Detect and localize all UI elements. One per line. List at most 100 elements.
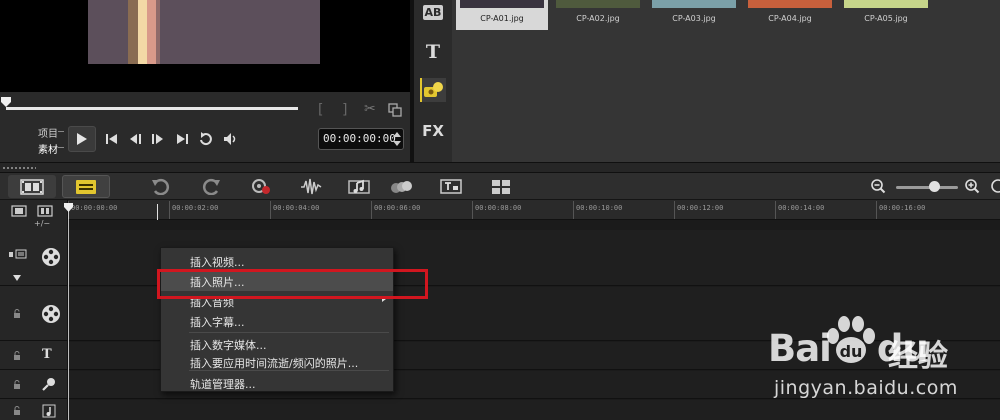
fx-icon[interactable]: FX bbox=[420, 119, 446, 143]
timecode-stepper[interactable] bbox=[392, 131, 402, 147]
volume-icon[interactable] bbox=[222, 131, 238, 147]
thumbnail-name: CP-A05.jpg bbox=[864, 14, 908, 23]
ruler-tick-label: 00:00:16:00 bbox=[879, 204, 926, 212]
motion-tracking-icon[interactable] bbox=[390, 178, 412, 195]
title-t-icon[interactable]: T bbox=[420, 40, 446, 64]
library-thumbnail[interactable]: CP-A05.jpg bbox=[840, 0, 932, 30]
play-button[interactable] bbox=[68, 126, 96, 152]
library-thumbnail[interactable]: CP-A02.jpg bbox=[552, 0, 644, 30]
ruler-tick-label: 00:00:00:00 bbox=[71, 204, 118, 212]
menu-item[interactable]: 插入视频... bbox=[161, 251, 393, 271]
ruler-tick bbox=[775, 201, 776, 219]
previous-frame-icon[interactable] bbox=[127, 131, 143, 147]
thumbnail-image bbox=[748, 0, 832, 8]
ruler-tick-label: 00:00:08:00 bbox=[475, 204, 522, 212]
zoom-slider-knob[interactable] bbox=[929, 181, 940, 192]
thumbnail-image bbox=[844, 0, 928, 8]
copy-icon[interactable] bbox=[388, 103, 402, 117]
record-capture-icon[interactable] bbox=[250, 178, 272, 195]
playhead-handle[interactable] bbox=[63, 202, 74, 213]
chevron-down-icon[interactable] bbox=[12, 274, 22, 282]
menu-item[interactable]: 插入字幕... bbox=[161, 311, 393, 331]
library-panel: CP-A01.jpg CP-A02.jpg CP-A03.jpg CP-A04.jpg… bbox=[452, 0, 1000, 162]
mark-out-button[interactable]: ] bbox=[342, 102, 347, 118]
scissors-icon[interactable]: ✂ bbox=[364, 101, 376, 117]
zoom-in-icon[interactable] bbox=[964, 178, 980, 194]
mode-project[interactable]: 项目 bbox=[38, 125, 58, 140]
fit-project-icon[interactable] bbox=[990, 178, 1000, 194]
ruler-tick bbox=[169, 201, 170, 219]
repeat-icon[interactable] bbox=[198, 131, 214, 147]
sound-mixer-icon[interactable] bbox=[300, 178, 322, 195]
fx-label: FX bbox=[422, 122, 444, 140]
go-to-start-icon[interactable] bbox=[104, 131, 120, 147]
watermark-url: jingyan.baidu.com bbox=[774, 377, 958, 399]
graphics-icon[interactable] bbox=[420, 78, 446, 102]
hover-cursor-line bbox=[157, 204, 158, 220]
ruler-tick bbox=[371, 201, 372, 219]
storyboard-view-button[interactable] bbox=[8, 175, 56, 198]
menu-item-label: 插入数字媒体... bbox=[190, 339, 267, 352]
baidu-paw-logo: du bbox=[827, 316, 875, 363]
music-note-icon[interactable] bbox=[42, 404, 56, 418]
next-frame-icon[interactable] bbox=[150, 131, 166, 147]
panel-splitter[interactable] bbox=[0, 162, 1000, 173]
annotation-highlight-box bbox=[157, 269, 428, 299]
menu-item[interactable]: 插入要应用时间流逝/频闪的照片... bbox=[161, 352, 393, 372]
ruler-tick bbox=[472, 201, 473, 219]
timeline-toolbar bbox=[0, 173, 1000, 200]
title-track-icon[interactable]: T bbox=[42, 347, 52, 362]
ruler-tick-label: 00:00:04:00 bbox=[273, 204, 320, 212]
track-view-icons[interactable] bbox=[10, 204, 60, 218]
menu-item-label: 轨道管理器... bbox=[190, 378, 256, 391]
zoom-out-icon[interactable] bbox=[870, 178, 886, 194]
timeline-view-button[interactable] bbox=[62, 175, 110, 198]
menu-item-label: 插入视频... bbox=[190, 256, 245, 269]
thumbnail-name: CP-A02.jpg bbox=[576, 14, 620, 23]
go-to-end-icon[interactable] bbox=[174, 131, 190, 147]
menu-item[interactable]: 插入数字媒体... bbox=[161, 334, 393, 354]
library-thumbnail[interactable]: CP-A01.jpg bbox=[456, 0, 548, 30]
microphone-icon[interactable] bbox=[42, 377, 56, 391]
track-expand-toggle[interactable]: +/− bbox=[34, 219, 50, 228]
lock-icon[interactable] bbox=[12, 351, 22, 361]
undo-icon[interactable] bbox=[150, 178, 172, 195]
library-thumbnail[interactable]: CP-A03.jpg bbox=[648, 0, 740, 30]
zoom-slider[interactable] bbox=[896, 186, 958, 189]
video-track-icon[interactable] bbox=[40, 246, 62, 268]
lock-icon[interactable] bbox=[12, 309, 22, 319]
scrub-bar[interactable] bbox=[6, 107, 298, 110]
auto-music-icon[interactable] bbox=[348, 178, 370, 195]
menu-item-label: 插入要应用时间流逝/频闪的照片... bbox=[190, 357, 359, 370]
thumbnail-image bbox=[460, 0, 544, 8]
filmstrip-icon bbox=[20, 178, 44, 195]
overlay-track-icon[interactable] bbox=[40, 303, 62, 325]
lock-icon[interactable] bbox=[12, 406, 22, 416]
play-icon bbox=[77, 133, 87, 145]
lock-icon[interactable] bbox=[12, 380, 22, 390]
thumbnail-name: CP-A04.jpg bbox=[768, 14, 812, 23]
redo-icon[interactable] bbox=[200, 178, 222, 195]
thumbnail-name: CP-A01.jpg bbox=[480, 14, 524, 23]
subtitle-editor-icon[interactable] bbox=[440, 178, 462, 195]
watermark-cn: 经验 bbox=[888, 339, 948, 374]
music-track[interactable] bbox=[68, 400, 1000, 420]
grip-handle[interactable] bbox=[2, 166, 36, 170]
ruler-tick-label: 00:00:02:00 bbox=[172, 204, 219, 212]
menu-item-label: 插入字幕... bbox=[190, 316, 245, 329]
multi-camera-icon[interactable] bbox=[490, 178, 512, 195]
timeline-ruler[interactable]: 00:00:00:00 00:00:02:00 00:00:04:00 00:00:0… bbox=[68, 200, 1000, 220]
video-track-header bbox=[0, 230, 68, 286]
ripple-edit-icon[interactable] bbox=[8, 248, 28, 260]
ruler-tick-label: 00:00:14:00 bbox=[778, 204, 825, 212]
playhead-line[interactable] bbox=[68, 206, 69, 420]
ruler-tick-label: 00:00:10:00 bbox=[576, 204, 623, 212]
mode-clip[interactable]: 素材 bbox=[38, 141, 58, 156]
menu-item[interactable]: 轨道管理器... bbox=[161, 373, 393, 393]
text-ab-icon[interactable]: AB bbox=[420, 0, 446, 24]
menu-separator bbox=[189, 370, 389, 371]
graphics-shape-icon bbox=[424, 82, 443, 97]
mark-in-button[interactable]: [ bbox=[318, 102, 323, 118]
ruler-tick bbox=[573, 201, 574, 219]
library-thumbnail[interactable]: CP-A04.jpg bbox=[744, 0, 836, 30]
